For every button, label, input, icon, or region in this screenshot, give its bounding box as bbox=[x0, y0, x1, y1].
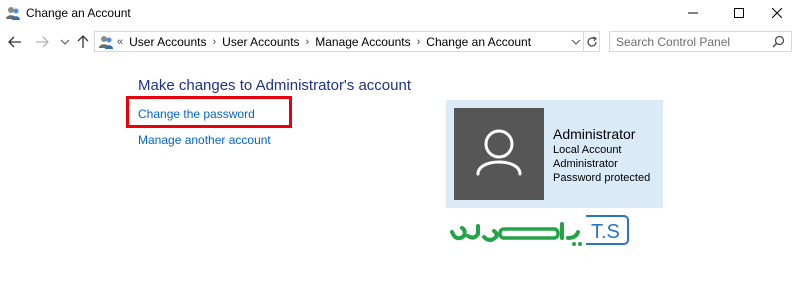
breadcrumb-item[interactable]: Manage Accounts bbox=[315, 35, 410, 49]
change-password-link[interactable]: Change the password bbox=[138, 107, 255, 121]
search-icon[interactable] bbox=[772, 35, 785, 53]
user-accounts-icon bbox=[98, 34, 114, 50]
breadcrumb-overflow[interactable]: « bbox=[117, 36, 123, 48]
title-bar: Change an Account bbox=[0, 0, 800, 26]
close-icon bbox=[772, 8, 782, 18]
breadcrumb-item[interactable]: Change an Account bbox=[426, 35, 531, 49]
user-avatar-icon bbox=[476, 129, 522, 176]
account-status: Password protected bbox=[553, 172, 651, 184]
address-dropdown-button[interactable] bbox=[569, 32, 583, 51]
close-button[interactable] bbox=[754, 0, 800, 26]
avatar bbox=[454, 108, 544, 200]
logo-text-latin: T.S bbox=[591, 221, 620, 243]
chevron-right-icon[interactable]: › bbox=[213, 36, 217, 48]
account-group: Administrator bbox=[553, 158, 618, 170]
breadcrumb-item[interactable]: User Accounts bbox=[222, 35, 299, 49]
minimize-button[interactable] bbox=[670, 0, 716, 26]
recent-locations-button[interactable] bbox=[56, 33, 74, 51]
account-name: Administrator bbox=[553, 126, 636, 142]
forward-button[interactable] bbox=[33, 33, 51, 51]
up-button[interactable] bbox=[74, 33, 92, 51]
chevron-down-icon bbox=[571, 39, 581, 45]
search-input[interactable] bbox=[616, 34, 766, 49]
user-accounts-icon bbox=[5, 5, 21, 21]
breadcrumb-item[interactable]: User Accounts bbox=[129, 35, 206, 49]
maximize-icon bbox=[734, 8, 744, 18]
window-title: Change an Account bbox=[26, 6, 131, 20]
arrow-up-icon bbox=[77, 35, 89, 48]
arrow-left-icon bbox=[8, 36, 21, 48]
address-bar[interactable]: « User Accounts › User Accounts › Manage… bbox=[94, 31, 600, 52]
chevron-right-icon[interactable]: › bbox=[306, 36, 310, 48]
manage-another-account-link[interactable]: Manage another account bbox=[138, 133, 271, 147]
refresh-icon bbox=[587, 35, 597, 47]
chevron-right-icon[interactable]: › bbox=[417, 36, 421, 48]
refresh-button[interactable] bbox=[583, 32, 600, 51]
search-box[interactable] bbox=[609, 31, 792, 52]
breadcrumb: « User Accounts › User Accounts › Manage… bbox=[117, 35, 531, 49]
chevron-down-icon bbox=[60, 39, 70, 45]
account-card: Administrator Local Account Administrato… bbox=[446, 100, 663, 208]
arrow-right-icon bbox=[36, 36, 49, 48]
account-type: Local Account bbox=[553, 144, 622, 156]
back-button[interactable] bbox=[6, 33, 24, 51]
tehranrooz-logo: T.S bbox=[446, 210, 630, 250]
page-heading: Make changes to Administrator's account bbox=[138, 77, 412, 94]
minimize-icon bbox=[688, 12, 698, 14]
